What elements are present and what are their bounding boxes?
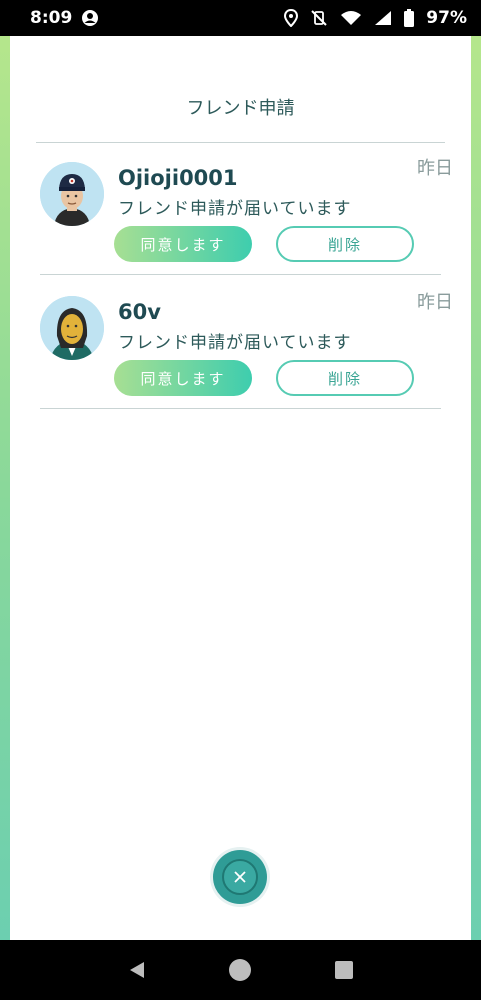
avatar[interactable] <box>40 162 104 226</box>
back-icon[interactable] <box>117 950 157 990</box>
request-time: 昨日 <box>417 158 453 179</box>
delete-button[interactable]: 削除 <box>276 226 414 262</box>
signal-icon <box>374 10 392 26</box>
user-name: 60v <box>118 300 161 324</box>
friend-request-panel: フレンド申請 昨日 Ojioji0001 フレンド申請が届いています 同意します… <box>10 36 471 940</box>
home-icon[interactable] <box>220 950 260 990</box>
vibrate-off-icon <box>310 9 328 27</box>
navigation-bar <box>0 940 481 1000</box>
status-bar: 8:09 97% <box>0 0 481 36</box>
wifi-icon <box>340 10 362 26</box>
recents-icon[interactable] <box>324 950 364 990</box>
friend-request-item: 昨日 60v フレンド申請が届いています 同意します 削除 <box>10 276 471 410</box>
request-message: フレンド申請が届いています <box>118 333 352 353</box>
user-name: Ojioji0001 <box>118 166 238 190</box>
request-message: フレンド申請が届いています <box>118 199 352 219</box>
close-button[interactable] <box>213 850 267 904</box>
avatar[interactable] <box>40 296 104 360</box>
close-icon <box>222 859 258 895</box>
accept-button[interactable]: 同意します <box>114 360 252 396</box>
battery-percent: 97% <box>426 8 467 28</box>
battery-icon <box>404 9 415 27</box>
page-title: フレンド申請 <box>186 98 295 119</box>
close-button-halo <box>210 847 270 907</box>
account-icon <box>81 9 99 27</box>
request-time: 昨日 <box>417 292 453 313</box>
app-frame: フレンド申請 昨日 Ojioji0001 フレンド申請が届いています 同意します… <box>0 36 481 940</box>
divider <box>40 408 441 409</box>
delete-button[interactable]: 削除 <box>276 360 414 396</box>
accept-button[interactable]: 同意します <box>114 226 252 262</box>
friend-request-item: 昨日 Ojioji0001 フレンド申請が届いています 同意します 削除 <box>10 142 471 276</box>
location-icon <box>284 9 299 27</box>
divider <box>40 274 441 275</box>
status-time: 8:09 <box>30 8 73 28</box>
